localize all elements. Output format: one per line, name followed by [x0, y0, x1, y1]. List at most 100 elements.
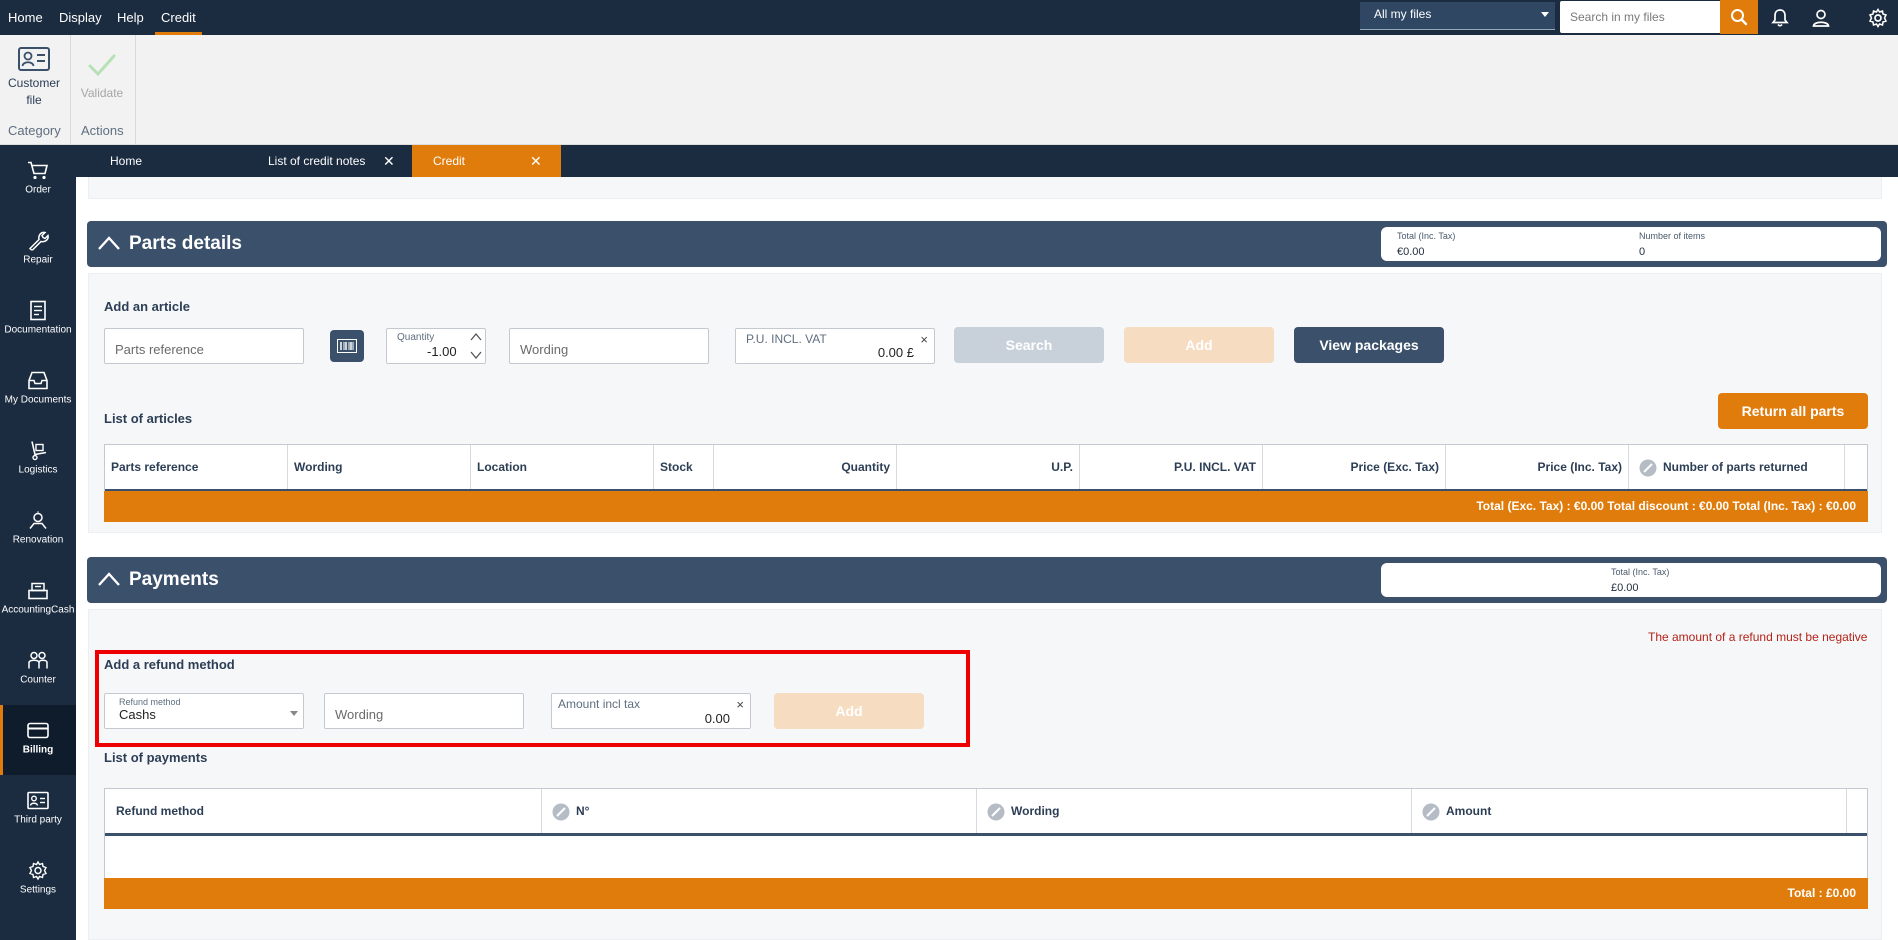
- payments-table: Refund method N° Wording Amount: [104, 788, 1868, 888]
- menu-credit[interactable]: Credit: [155, 0, 202, 35]
- summary-value: £0.00: [1611, 582, 1639, 594]
- customer-file-label-line2: file: [26, 93, 42, 107]
- barcode-icon: [337, 339, 357, 353]
- column-header[interactable]: Price (Inc. Tax): [1446, 445, 1629, 489]
- column-header[interactable]: Refund method: [105, 789, 542, 833]
- id-card-icon: [18, 47, 50, 71]
- column-header[interactable]: U.P.: [897, 445, 1080, 489]
- menu-help[interactable]: Help: [117, 0, 144, 35]
- add-article-button[interactable]: Add: [1124, 327, 1274, 363]
- column-header[interactable]: Wording: [977, 789, 1412, 833]
- payments-header[interactable]: Payments Total (Inc. Tax) £0.00: [87, 557, 1887, 603]
- column-header[interactable]: Amount: [1412, 789, 1847, 833]
- sidebar-item-documentation[interactable]: Documentation: [0, 285, 76, 355]
- view-packages-button[interactable]: View packages: [1294, 327, 1444, 363]
- column-header-label: Number of parts returned: [1663, 460, 1808, 474]
- close-icon[interactable]: ✕: [530, 145, 542, 177]
- user-icon[interactable]: [1808, 5, 1834, 31]
- sidebar-item-label: Documentation: [4, 324, 72, 336]
- gear-icon[interactable]: [1865, 5, 1891, 31]
- sidebar-item-third-party[interactable]: Third party: [0, 775, 76, 845]
- top-menu-bar: Home Display Help Credit All my files: [0, 0, 1898, 35]
- column-header[interactable]: Number of parts returned: [1629, 445, 1845, 489]
- sidebar-item-label: AccountingCash: [1, 604, 75, 616]
- list-of-payments-heading: List of payments: [104, 750, 208, 765]
- quantity-label: Quantity: [397, 332, 435, 343]
- tab-list-of-credit-notes[interactable]: List of credit notes ✕: [268, 145, 408, 177]
- edit-circle-icon: [552, 803, 570, 821]
- sidebar-item-repair[interactable]: Repair: [0, 215, 76, 285]
- pu-value: 0.00 £: [877, 345, 914, 360]
- search-input[interactable]: [1560, 1, 1720, 33]
- summary-value: 0: [1639, 246, 1646, 258]
- cart-icon: [28, 161, 49, 180]
- chevron-up-icon[interactable]: [97, 234, 121, 252]
- sidebar-item-label: Order: [25, 184, 51, 196]
- validate-label: Validate: [80, 86, 124, 100]
- column-header[interactable]: Parts reference: [105, 445, 288, 489]
- customer-file-label-line1: Customer: [7, 76, 60, 90]
- table-divider: [105, 833, 1867, 836]
- document-tabs-bar: Home List of credit notes ✕ Credit ✕: [0, 145, 1898, 177]
- parts-reference-input[interactable]: Parts reference: [104, 328, 304, 364]
- tab-label: Credit: [433, 154, 466, 168]
- search-article-button[interactable]: Search: [954, 327, 1104, 363]
- column-header[interactable]: Price (Exc. Tax): [1263, 445, 1446, 489]
- column-header[interactable]: Quantity: [714, 445, 897, 489]
- payments-total-bar: Total : £0.00: [104, 878, 1868, 909]
- ribbon-toolbar: Customer file Category Validate Actions: [0, 35, 1898, 145]
- section-title: Parts details: [129, 233, 242, 254]
- pu-label: P.U. INCL. VAT: [746, 332, 827, 346]
- column-header[interactable]: Location: [471, 445, 654, 489]
- scope-select[interactable]: All my files: [1360, 2, 1555, 30]
- return-all-parts-button[interactable]: Return all parts: [1718, 393, 1868, 429]
- tab-home-label: Home: [110, 154, 143, 168]
- search-button[interactable]: [1720, 0, 1758, 34]
- chevron-up-icon[interactable]: [469, 331, 483, 343]
- articles-table: Parts reference Wording Location Stock Q…: [104, 444, 1868, 492]
- chevron-down-icon[interactable]: [469, 349, 483, 361]
- sidebar-item-logistics[interactable]: Logistics: [0, 425, 76, 495]
- barcode-button[interactable]: [330, 330, 364, 362]
- summary-label: Total (Inc. Tax): [1611, 567, 1670, 577]
- sidebar-item-label: Logistics: [18, 464, 58, 476]
- quantity-stepper[interactable]: Quantity -1.00: [386, 328, 486, 364]
- bell-icon[interactable]: [1767, 5, 1793, 31]
- sidebar-item-billing[interactable]: Billing: [0, 705, 76, 775]
- tab-home[interactable]: Home: [110, 145, 210, 177]
- ribbon-group-category: Category: [8, 123, 61, 138]
- section-title: Payments: [129, 569, 219, 590]
- column-header[interactable]: Wording: [288, 445, 471, 489]
- sidebar-item-accountingcash[interactable]: AccountingCash: [0, 565, 76, 635]
- sidebar-item-settings[interactable]: Settings: [0, 845, 76, 915]
- parts-details-header[interactable]: Parts details Total (Inc. Tax) €0.00 Num…: [87, 221, 1887, 267]
- wording-input[interactable]: Wording: [509, 328, 709, 364]
- column-header[interactable]: N°: [542, 789, 977, 833]
- left-sidebar: Order Repair Documentation My Documents …: [0, 145, 76, 940]
- sidebar-item-order[interactable]: Order: [0, 145, 76, 215]
- ribbon-separator: [70, 35, 71, 145]
- edit-circle-icon: [1639, 459, 1657, 477]
- tab-credit[interactable]: Credit ✕: [412, 145, 561, 177]
- validate-button[interactable]: Validate: [74, 53, 130, 102]
- sidebar-item-label: Third party: [14, 814, 62, 826]
- search-icon: [1731, 9, 1748, 26]
- sidebar-item-my-documents[interactable]: My Documents: [0, 355, 76, 425]
- pu-incl-vat-input[interactable]: P.U. INCL. VAT 0.00 £ ×: [735, 328, 935, 364]
- customer-file-button[interactable]: Customer file: [4, 47, 64, 109]
- chevron-up-icon[interactable]: [97, 570, 121, 588]
- sidebar-item-counter[interactable]: Counter: [0, 635, 76, 705]
- column-header-label: Wording: [1011, 804, 1060, 818]
- add-article-heading: Add an article: [104, 299, 190, 314]
- summary-value: €0.00: [1397, 246, 1425, 258]
- column-header-label: Amount: [1446, 804, 1492, 818]
- menu-display[interactable]: Display: [59, 0, 102, 35]
- spray-icon: [29, 511, 47, 529]
- sidebar-item-renovation[interactable]: Renovation: [0, 495, 76, 565]
- menu-home[interactable]: Home: [8, 0, 43, 35]
- close-icon[interactable]: ✕: [383, 145, 395, 177]
- ribbon-separator: [135, 35, 136, 145]
- column-header[interactable]: P.U. INCL. VAT: [1080, 445, 1263, 489]
- clear-icon[interactable]: ×: [920, 332, 928, 347]
- column-header[interactable]: Stock: [654, 445, 714, 489]
